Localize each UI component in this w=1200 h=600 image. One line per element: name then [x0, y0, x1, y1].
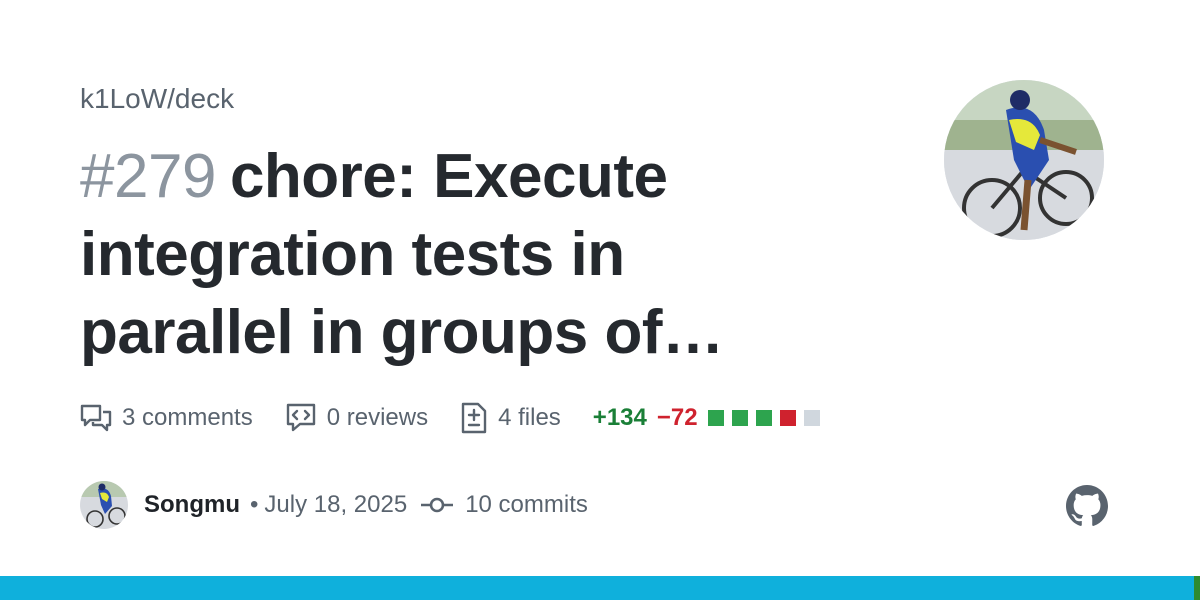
diffstat-square-deleted: [779, 410, 796, 426]
comments-count: 3 comments: [122, 404, 253, 431]
diff-stat: +134 −72: [593, 404, 828, 432]
files-count: 4 files: [498, 404, 561, 431]
additions-count: +134: [592, 404, 647, 431]
language-bar-end: [1194, 576, 1200, 600]
cyclist-photo: [944, 80, 1104, 240]
pr-title: #279 chore: Execute integration tests in …: [80, 138, 840, 372]
author-avatar-large: [944, 80, 1104, 240]
author-row: Songmu • July 18, 2025 10 commits: [80, 480, 588, 530]
file-diff-icon: [461, 402, 487, 434]
diffstat-square-added: [707, 410, 724, 426]
diffstat-square-neutral: [803, 410, 820, 426]
author-avatar[interactable]: [80, 481, 128, 529]
code-review-icon: [286, 403, 315, 432]
diffstat-square-added: [755, 410, 772, 426]
reviews-stat[interactable]: 0 reviews: [285, 403, 428, 433]
diffstat-square-added: [731, 410, 748, 426]
deletions-count: −72: [656, 404, 698, 431]
pr-date: July 18, 2025: [264, 491, 408, 518]
language-bar: [0, 576, 1200, 600]
comment-discussion-icon: [80, 404, 112, 432]
author-name[interactable]: Songmu: [144, 491, 240, 519]
files-stat[interactable]: 4 files: [460, 402, 561, 434]
cyclist-photo-small: [80, 481, 128, 529]
git-commit-icon: [421, 497, 454, 513]
separator-dot: •: [250, 491, 259, 518]
pr-number: #279: [80, 142, 216, 211]
repo-name[interactable]: k1LoW/deck: [80, 83, 234, 115]
pr-stats: 3 comments 0 reviews 4 files +134 −72: [80, 398, 828, 438]
comments-stat[interactable]: 3 comments: [80, 404, 253, 432]
language-bar-main: [0, 576, 1194, 600]
commits-count[interactable]: 10 commits: [465, 491, 588, 519]
github-logo-icon[interactable]: [1066, 485, 1108, 527]
diffstat-bar: [707, 410, 828, 426]
reviews-count: 0 reviews: [326, 404, 429, 431]
